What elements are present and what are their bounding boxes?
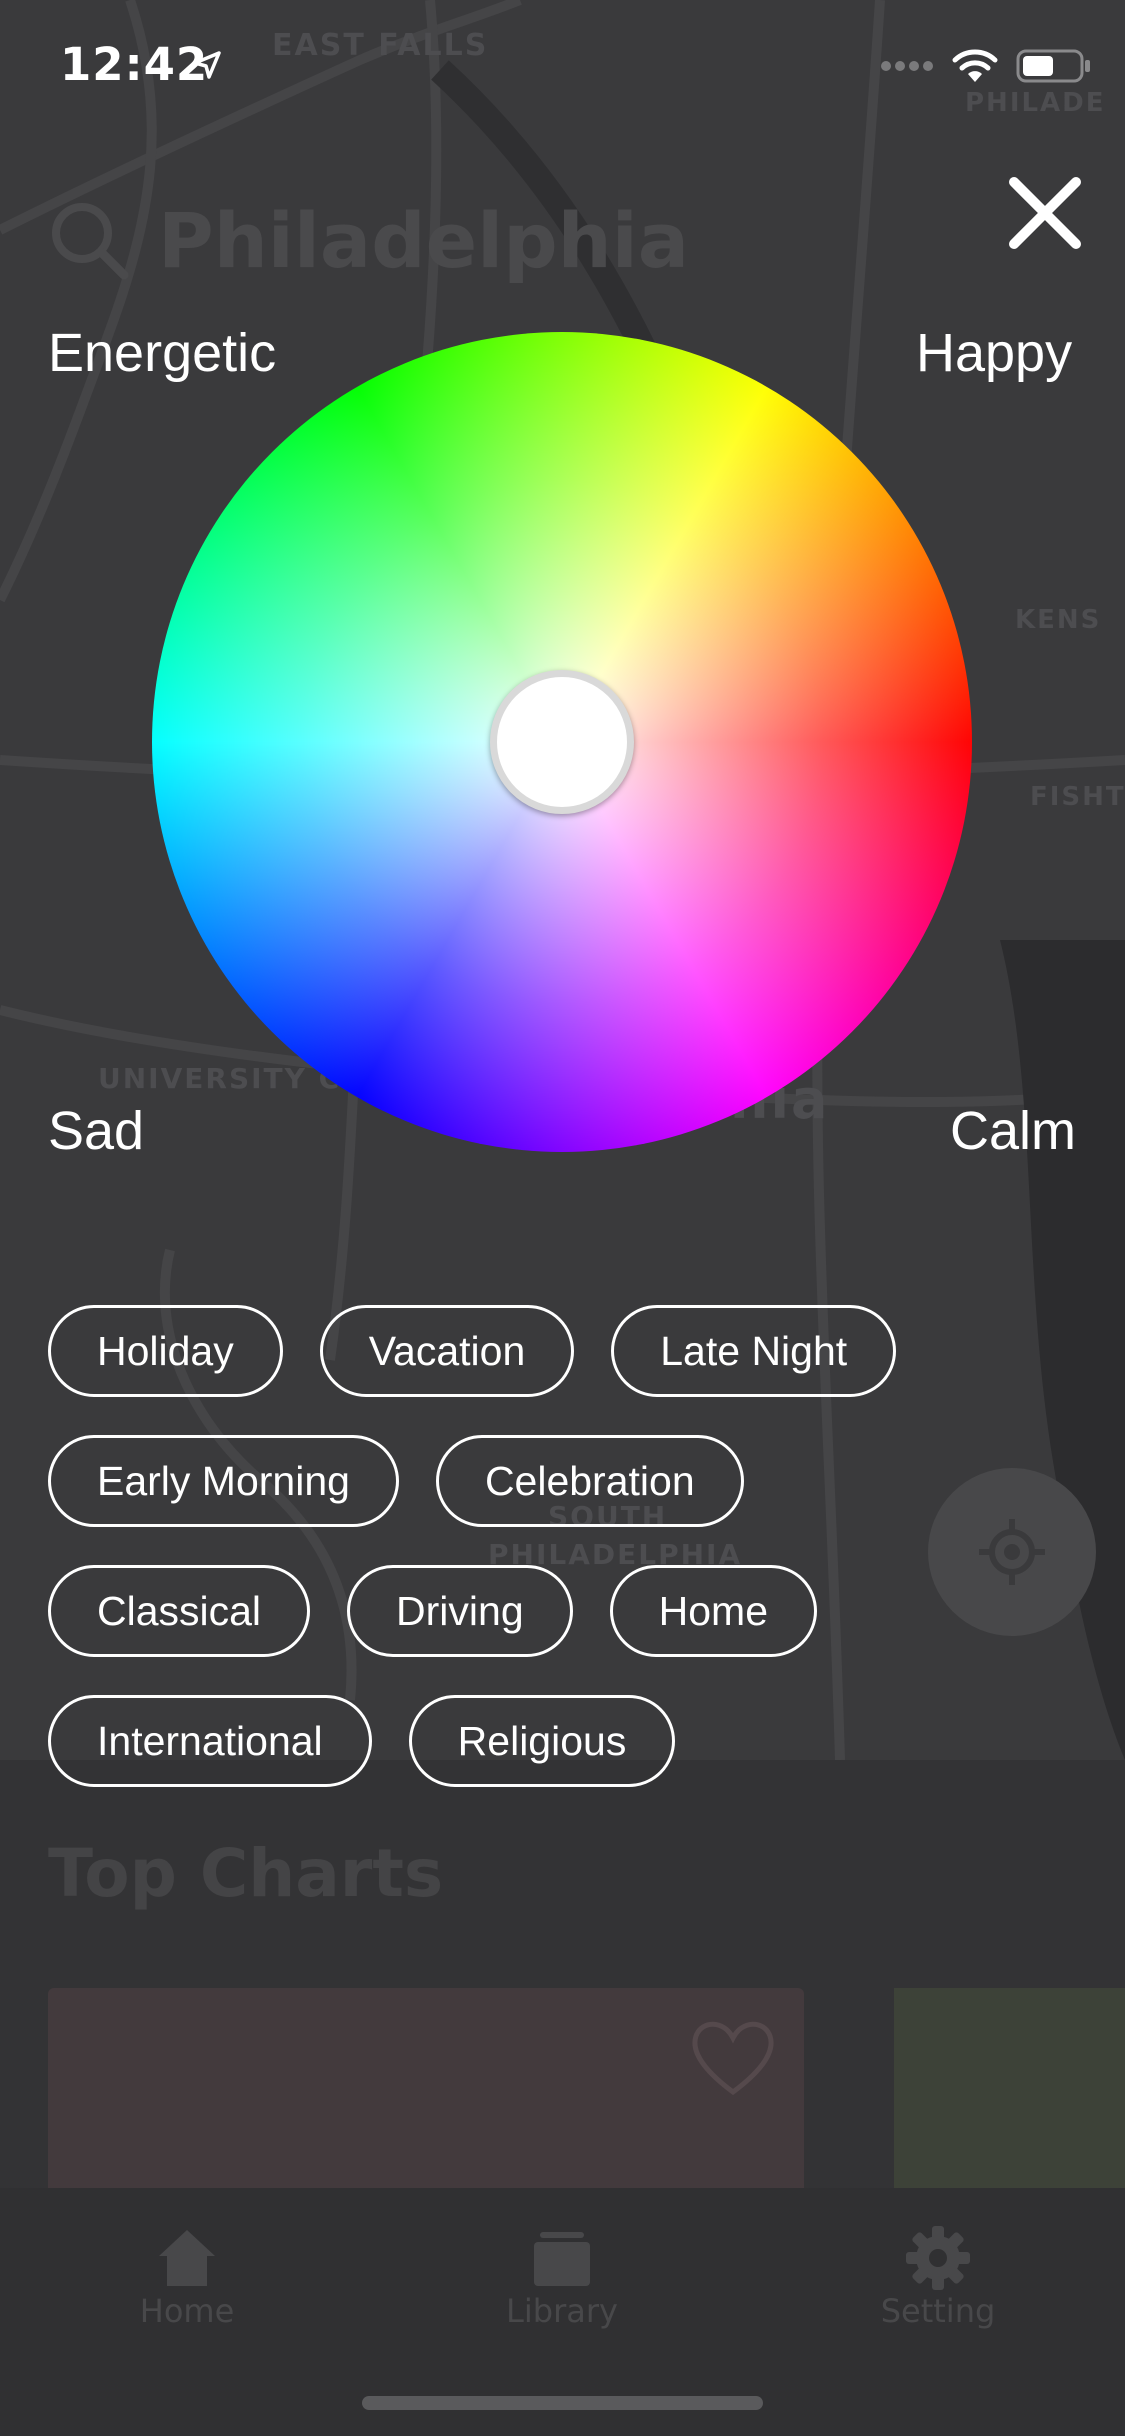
color-wheel-knob[interactable] [490,670,634,814]
close-button[interactable] [1000,168,1090,258]
tag-row: Holiday Vacation Late Night [48,1305,1048,1397]
chart-card [894,1988,1125,2188]
tag-late-night[interactable]: Late Night [611,1305,897,1397]
tag-row: International Religious [48,1695,1048,1787]
home-indicator[interactable] [362,2396,763,2410]
tag-vacation[interactable]: Vacation [319,1305,575,1397]
wifi-icon [952,49,998,82]
cellular-dots-icon [881,61,933,71]
battery-icon [1016,49,1090,83]
map-label: FISHT [1030,782,1125,812]
tag-row: Classical Driving Home [48,1565,1048,1657]
mood-label-happy: Happy [916,323,1073,383]
tag-international[interactable]: International [48,1695,372,1787]
heart-icon [692,2021,774,2096]
tag-row: Early Morning Celebration [48,1435,1048,1527]
tag-driving[interactable]: Driving [347,1565,573,1657]
mood-label-sad: Sad [48,1101,145,1161]
home-icon [159,2230,215,2286]
tag-religious[interactable]: Religious [408,1695,676,1787]
tag-classical[interactable]: Classical [48,1565,311,1657]
status-indicators [880,48,1092,84]
location-arrow-icon [193,51,221,79]
tag-home[interactable]: Home [609,1565,818,1657]
tag-early-morning[interactable]: Early Morning [48,1435,399,1527]
library-icon [534,2232,590,2286]
map-label: KENS [1015,605,1102,635]
tab-home-label: Home [139,2292,235,2330]
status-time: 12:42 [60,38,209,91]
top-charts-title: Top Charts [48,1835,444,1912]
chart-card [48,1988,804,2188]
search-icon [52,203,129,280]
mood-label-calm: Calm [950,1101,1077,1161]
close-icon [1009,177,1081,249]
gear-icon [906,2226,970,2290]
mood-label-energetic: Energetic [48,323,277,383]
map-label: UNIVERSITY C [98,1062,342,1095]
mood-tags: Holiday Vacation Late Night Early Mornin… [48,1305,1048,1825]
background-search: Philadelphia [48,190,689,290]
tab-setting: Setting [838,2220,1038,2330]
tab-setting-label: Setting [880,2292,996,2330]
tab-library: Library [462,2220,662,2330]
tag-holiday[interactable]: Holiday [48,1305,283,1397]
status-bar: 12:42 [0,0,1125,132]
mood-color-wheel[interactable] [152,332,972,1152]
tab-library-label: Library [506,2292,618,2330]
tab-home: Home [87,2220,287,2330]
tag-celebration[interactable]: Celebration [435,1435,744,1527]
background-search-title: Philadelphia [158,195,690,285]
